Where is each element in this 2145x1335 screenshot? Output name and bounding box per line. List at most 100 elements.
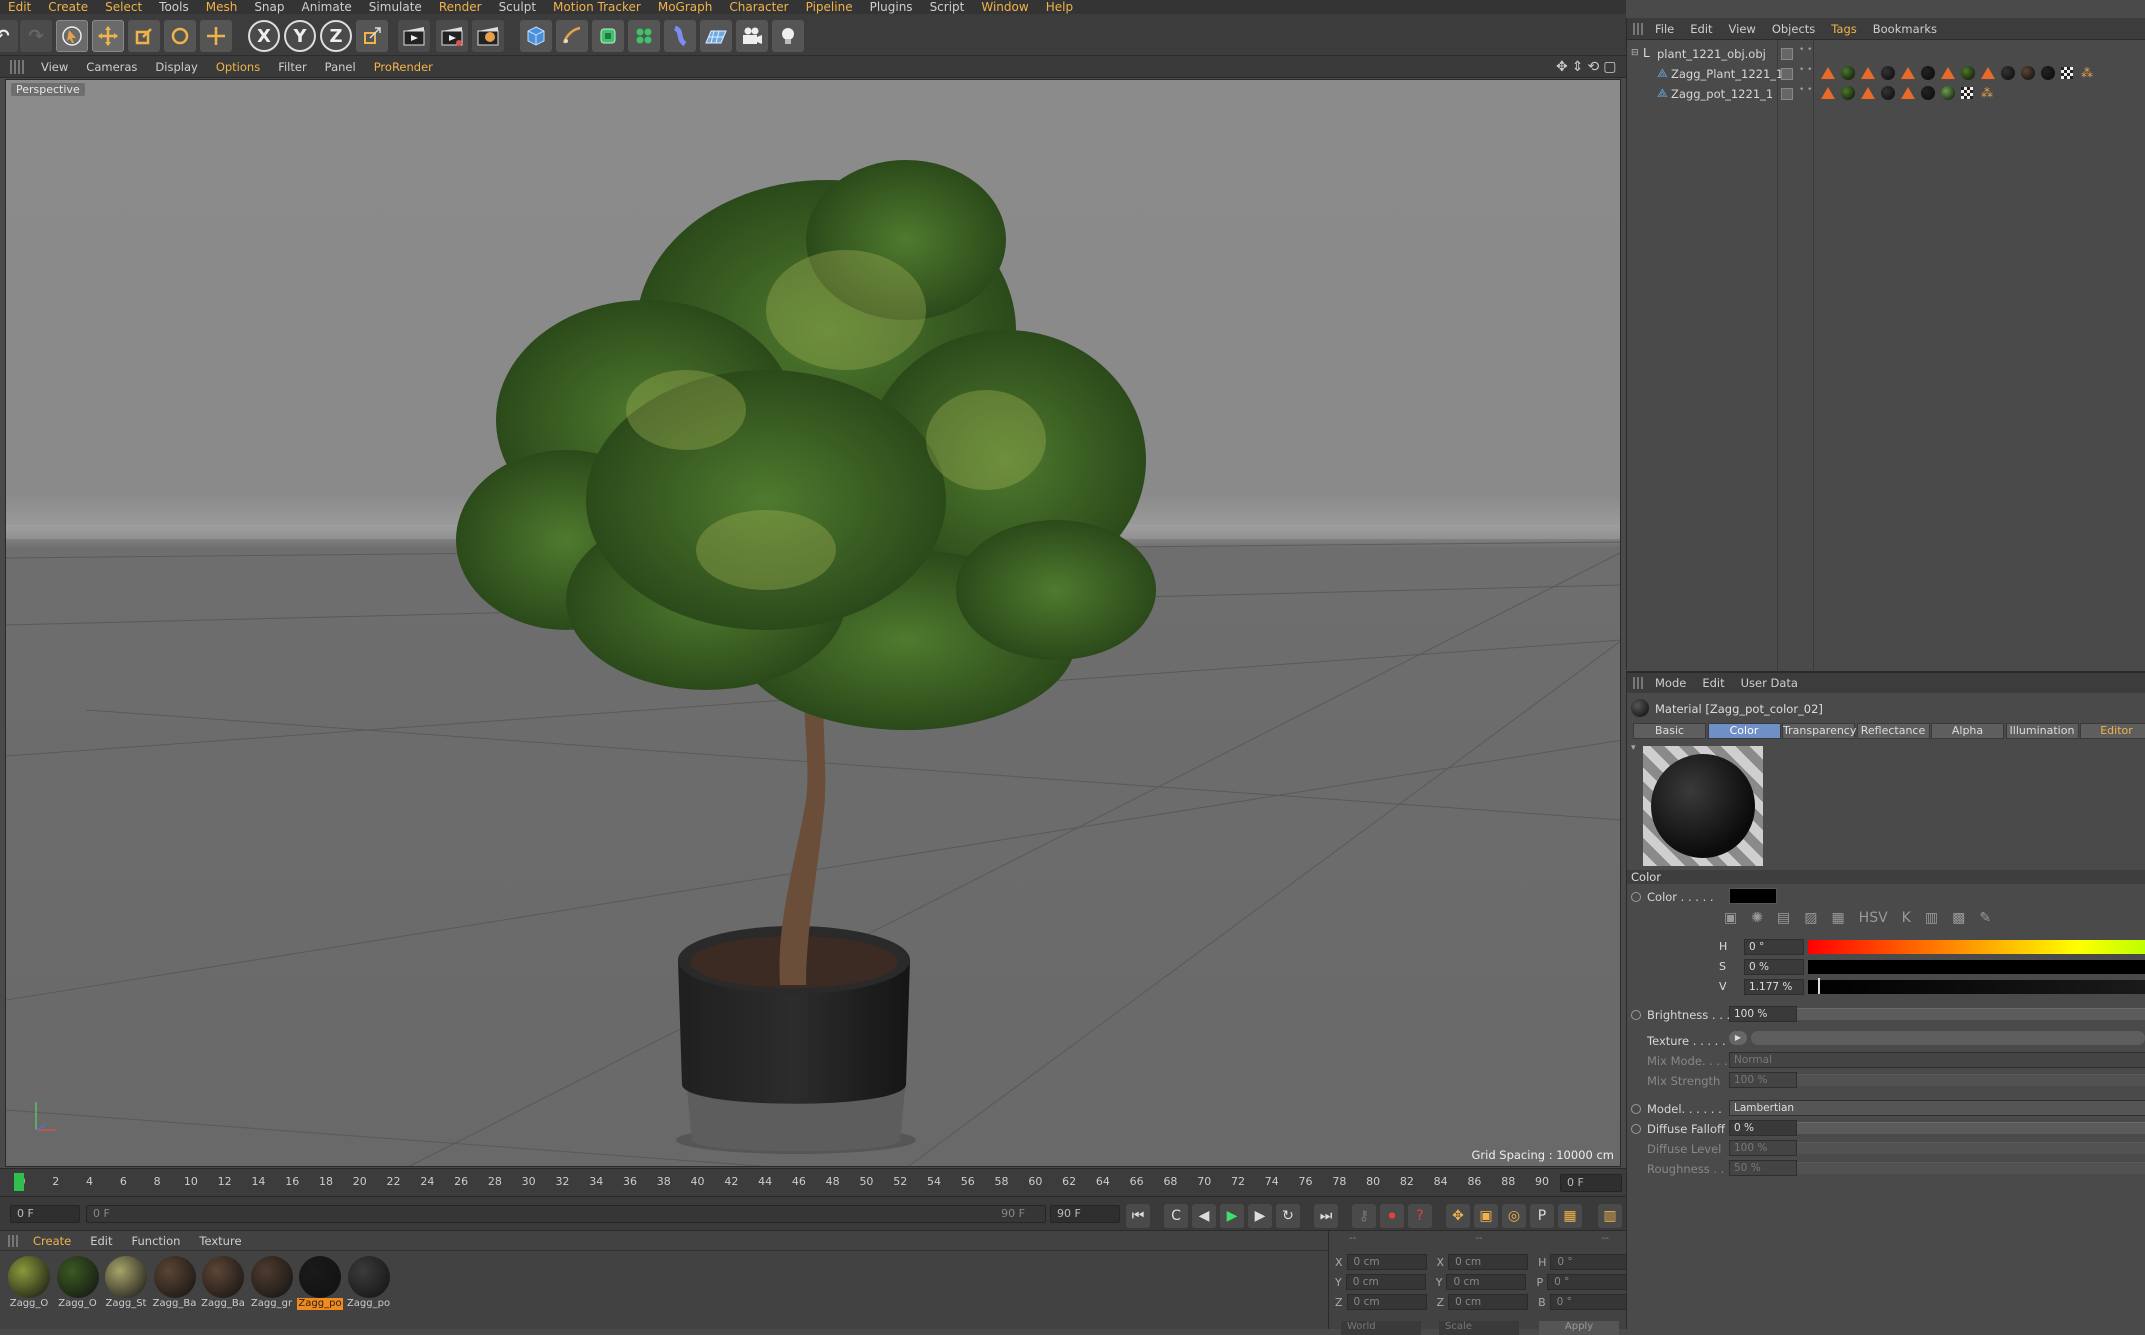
position-field[interactable]: 0 cm xyxy=(1346,1254,1427,1270)
object-menu-objects[interactable]: Objects xyxy=(1764,22,1823,36)
material-swatch[interactable]: Zagg_O xyxy=(55,1256,101,1310)
previous-key-icon[interactable]: C xyxy=(1164,1204,1188,1228)
texture-tag-icon[interactable] xyxy=(1821,67,1835,79)
material-swatch[interactable]: Zagg_po xyxy=(297,1256,343,1310)
viewport-menu-cameras[interactable]: Cameras xyxy=(77,60,146,74)
undo-icon[interactable]: ↶ xyxy=(0,20,18,52)
collapse-arrow-icon[interactable]: ▾ xyxy=(1631,743,1636,753)
z-axis-icon[interactable]: Z xyxy=(320,20,352,52)
viewport-menu-panel[interactable]: Panel xyxy=(316,60,365,74)
timeline-ruler[interactable]: 0246810121416182022242628303234363840424… xyxy=(0,1168,1626,1196)
material-swatch[interactable]: Zagg_Ba xyxy=(152,1256,198,1310)
material-tag-icon[interactable] xyxy=(1841,66,1855,80)
object-name[interactable]: plant_1221_obj.obj xyxy=(1657,47,1766,61)
object-menu-view[interactable]: View xyxy=(1721,22,1764,36)
hsv-gradient-slider[interactable] xyxy=(1808,940,2145,954)
viewport-menu-display[interactable]: Display xyxy=(146,60,206,74)
size-field[interactable]: 0 cm xyxy=(1446,1274,1527,1290)
go-to-end-icon[interactable]: ⏭ xyxy=(1314,1204,1338,1228)
picker-rgb-icon[interactable]: ▦ xyxy=(1831,910,1844,930)
collapse-toggle-icon[interactable]: ⊟ xyxy=(1631,48,1639,58)
layer-icon[interactable] xyxy=(1781,48,1793,60)
frame-range-slider[interactable]: 0 F 90 F xyxy=(86,1205,1046,1223)
menu-snap[interactable]: Snap xyxy=(246,1,293,13)
tab-transparency[interactable]: Transparency xyxy=(1782,723,1856,739)
object-menu-edit[interactable]: Edit xyxy=(1682,22,1720,36)
texture-arrow-icon[interactable]: ▶ xyxy=(1729,1031,1747,1045)
previous-frame-icon[interactable]: ◀ xyxy=(1192,1204,1216,1228)
current-frame-field[interactable]: 0 F xyxy=(1560,1174,1622,1192)
rotate-icon[interactable] xyxy=(164,20,196,52)
diffuse-level-slider[interactable] xyxy=(1797,1142,2145,1154)
color-swatch[interactable] xyxy=(1729,888,1777,904)
material-tag-icon[interactable] xyxy=(1921,66,1935,80)
selection-tag-icon[interactable]: ⁂ xyxy=(2081,66,2093,80)
coordinate-space-select[interactable]: World xyxy=(1341,1321,1421,1335)
position-field[interactable]: 0 cm xyxy=(1346,1294,1427,1310)
material-tag-icon[interactable] xyxy=(1941,86,1955,100)
mix-mode-select[interactable]: Normal xyxy=(1729,1052,2145,1068)
value-slider-handle[interactable] xyxy=(1818,978,1820,994)
deformer-icon[interactable] xyxy=(664,20,696,52)
object-row[interactable]: ⊟ Lplant_1221_obj.obj • • xyxy=(1627,44,2145,64)
record-position-icon[interactable]: ✥ xyxy=(1446,1204,1470,1228)
picker-image-icon[interactable]: ▤ xyxy=(1777,910,1790,930)
material-swatch[interactable]: Zagg_St xyxy=(103,1256,149,1310)
scale-icon[interactable] xyxy=(128,20,160,52)
mix-strength-field[interactable]: 100 % xyxy=(1729,1072,1797,1088)
go-to-start-icon[interactable]: ⏮ xyxy=(1126,1204,1150,1228)
pen-icon[interactable] xyxy=(556,20,588,52)
move-icon[interactable] xyxy=(92,20,124,52)
material-swatch[interactable]: Zagg_Ba xyxy=(200,1256,246,1310)
menu-script[interactable]: Script xyxy=(922,1,974,13)
tab-editor[interactable]: Editor xyxy=(2080,723,2145,739)
hsv-gradient-slider[interactable] xyxy=(1808,980,2145,994)
redo-icon[interactable]: ↷ xyxy=(20,20,52,52)
object-row[interactable]: ⟁ Zagg_Plant_1221_1 • • ⁂ xyxy=(1627,64,2145,84)
viewport-menu-view[interactable]: View xyxy=(32,60,77,74)
record-active-icon[interactable]: ⏺ xyxy=(1380,1204,1404,1228)
cube-icon[interactable] xyxy=(520,20,552,52)
object-menu-file[interactable]: File xyxy=(1647,22,1682,36)
menu-window[interactable]: Window xyxy=(973,1,1037,13)
y-axis-icon[interactable]: Y xyxy=(284,20,316,52)
model-animate-radio[interactable] xyxy=(1631,1104,1641,1114)
picker-sample-icon[interactable]: ▨ xyxy=(1804,910,1817,930)
material-swatch[interactable]: Zagg_O xyxy=(6,1256,52,1310)
rotation-field[interactable]: 0 ° xyxy=(1549,1294,1630,1310)
camera-icon[interactable] xyxy=(736,20,768,52)
menu-sculpt[interactable]: Sculpt xyxy=(491,1,545,13)
attribute-menu-edit[interactable]: Edit xyxy=(1694,676,1732,690)
next-frame-icon[interactable]: ▶ xyxy=(1248,1204,1272,1228)
layer-icon[interactable] xyxy=(1781,88,1793,100)
scheme-icon[interactable]: ▥ xyxy=(1598,1204,1622,1228)
hsv-field[interactable]: 1.177 % xyxy=(1744,979,1804,995)
render-settings-icon[interactable] xyxy=(472,20,504,52)
viewport-menu-options[interactable]: Options xyxy=(207,60,269,74)
axis-add-icon[interactable] xyxy=(200,20,232,52)
record-pla-icon[interactable]: ▦ xyxy=(1558,1204,1582,1228)
model-select[interactable]: Lambertian xyxy=(1729,1100,2145,1116)
uvw-tag-icon[interactable] xyxy=(2061,67,2073,79)
object-row[interactable]: ⟁ Zagg_pot_1221_1 • • ⁂ xyxy=(1627,84,2145,104)
picker-hsv-icon[interactable]: HSV xyxy=(1859,910,1888,930)
menu-pipeline[interactable]: Pipeline xyxy=(798,1,862,13)
diffuse-falloff-slider[interactable] xyxy=(1797,1122,2145,1134)
color-animate-radio[interactable] xyxy=(1631,892,1641,902)
viewport-menu-prorender[interactable]: ProRender xyxy=(365,60,442,74)
object-name[interactable]: Zagg_pot_1221_1 xyxy=(1671,87,1773,101)
visibility-dots-icon[interactable]: • • xyxy=(1799,86,1812,95)
rotation-field[interactable]: 0 ° xyxy=(1550,1254,1631,1270)
menu-motion-tracker[interactable]: Motion Tracker xyxy=(545,1,650,13)
subdivision-icon[interactable] xyxy=(592,20,624,52)
cloner-icon[interactable] xyxy=(628,20,660,52)
material-swatch[interactable]: Zagg_gr xyxy=(249,1256,295,1310)
material-tag-icon[interactable] xyxy=(1881,66,1895,80)
visibility-dots-icon[interactable]: • • xyxy=(1799,66,1812,75)
diffuse-falloff-animate-radio[interactable] xyxy=(1631,1124,1641,1134)
object-name[interactable]: Zagg_Plant_1221_1 xyxy=(1671,67,1783,81)
tab-basic[interactable]: Basic xyxy=(1633,723,1706,739)
texture-tag-icon[interactable] xyxy=(1901,87,1915,99)
material-tag-icon[interactable] xyxy=(2021,66,2035,80)
menu-mograph[interactable]: MoGraph xyxy=(650,1,722,13)
